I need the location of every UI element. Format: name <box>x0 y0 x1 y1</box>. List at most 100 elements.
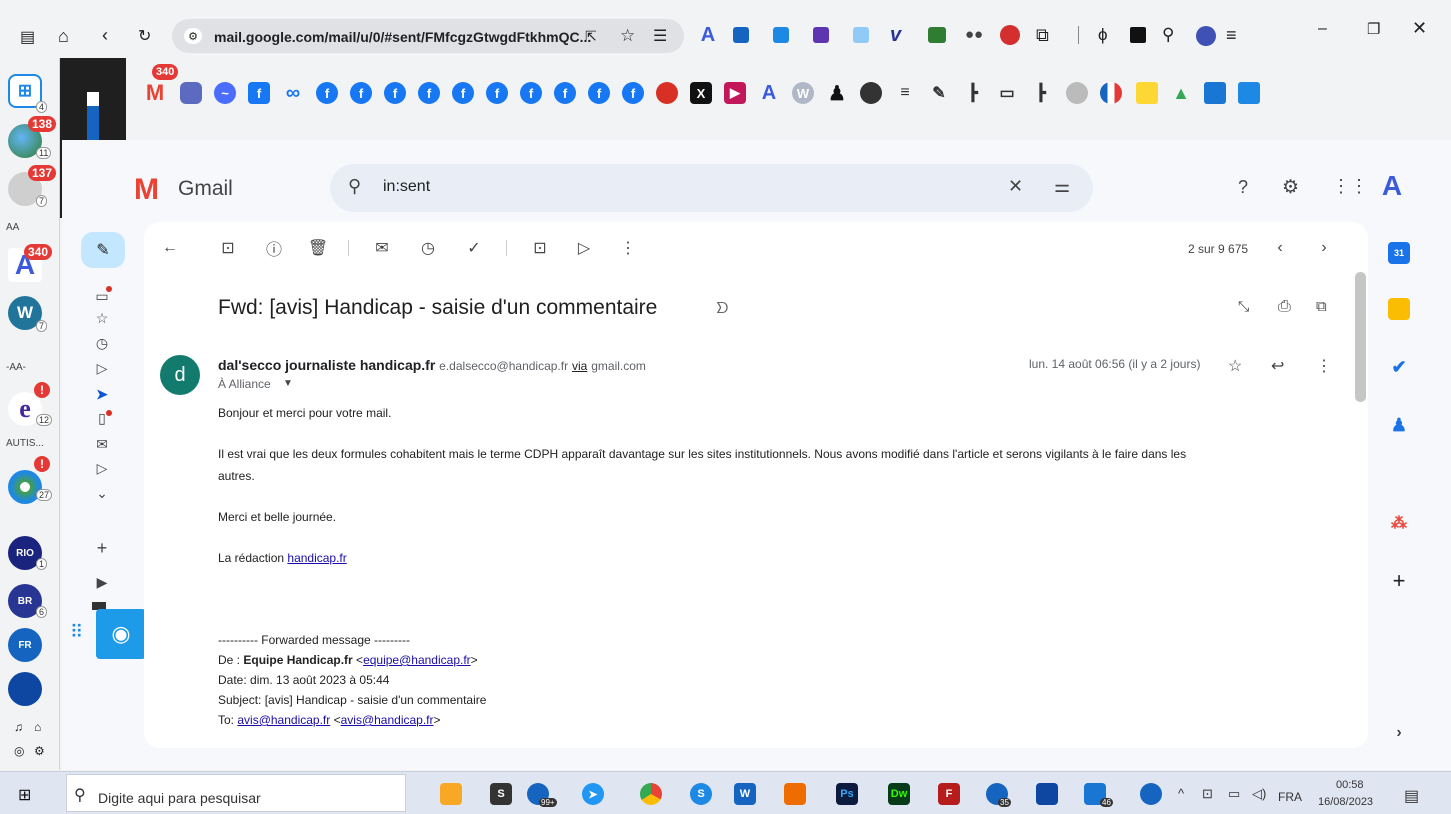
bookmark-facebook-icon[interactable]: f <box>248 82 270 104</box>
gmail-brand[interactable]: Gmail <box>178 177 233 201</box>
home-icon[interactable]: ⌂ <box>58 26 69 47</box>
windows-start-icon[interactable]: ⊞ <box>18 785 31 805</box>
mark-unread-icon[interactable]: ✉ <box>370 236 394 260</box>
extension-doc-icon[interactable] <box>773 27 789 43</box>
bookmark-dark-icon[interactable] <box>860 82 882 104</box>
sidebar-toggle-icon[interactable]: ▤ <box>20 27 35 47</box>
starred-icon[interactable]: ☆ <box>94 310 110 326</box>
reading-list-icon[interactable]: ☰ <box>653 26 667 46</box>
label-icon[interactable]: ▷ <box>94 460 110 476</box>
extension-binoculars-icon[interactable]: ●● <box>965 26 983 43</box>
dock-logo-icon[interactable] <box>8 672 42 706</box>
bookmark-facebook-icon[interactable]: f <box>452 82 474 104</box>
more-options-icon[interactable]: ⋮ <box>616 236 640 260</box>
bookmark-facebook-icon[interactable]: f <box>588 82 610 104</box>
star-message-icon[interactable]: ☆ <box>1228 356 1242 376</box>
bookmark-x-icon[interactable]: X <box>690 82 712 104</box>
open-new-window-icon[interactable]: ⧉ <box>1316 298 1327 315</box>
calendar-icon[interactable]: 31 <box>1388 242 1410 264</box>
recipient-line[interactable]: À Alliance <box>218 377 271 391</box>
bookmark-people-icon[interactable] <box>180 82 202 104</box>
bookmark-person-icon[interactable]: ♟ <box>826 82 848 105</box>
bookmark-folder-yellow-icon[interactable] <box>1136 82 1158 104</box>
labels-icon[interactable]: ▷ <box>572 236 596 260</box>
bookmark-drive-icon[interactable]: ▲ <box>1170 82 1192 104</box>
bookmark-facebook-icon[interactable]: f <box>350 82 372 104</box>
taskbar-search-placeholder[interactable]: Digite aqui para pesquisar <box>98 790 261 806</box>
all-mail-icon[interactable]: ✉ <box>94 436 110 452</box>
compose-button[interactable]: ✎ <box>81 232 125 268</box>
bookmark-blue2-icon[interactable] <box>1238 82 1260 104</box>
add-task-icon[interactable]: ✓ <box>462 236 486 260</box>
snoozed-icon[interactable]: ◷ <box>94 335 110 351</box>
via-label[interactable]: via <box>572 359 587 373</box>
extension-translate-icon[interactable] <box>853 27 869 43</box>
chrome-icon[interactable] <box>640 783 662 805</box>
close-window-icon[interactable]: ✕ <box>1412 18 1427 39</box>
recipient-dropdown-icon[interactable]: ▼ <box>283 378 293 389</box>
archive-icon[interactable]: ⊡ <box>216 236 240 260</box>
filezilla-icon[interactable]: F <box>938 783 960 805</box>
bookmark-facebook-icon[interactable]: f <box>316 82 338 104</box>
settings-icon[interactable]: ⚙ <box>34 744 45 758</box>
sender-avatar[interactable]: d <box>160 355 200 395</box>
snooze-icon[interactable]: ◷ <box>416 236 440 260</box>
bookmark-folder-icon[interactable]: ▭ <box>996 82 1018 104</box>
notifications-icon[interactable]: ▤ <box>1404 786 1419 806</box>
extension-red-icon[interactable] <box>1000 25 1020 45</box>
show-side-panel-icon[interactable]: › <box>1388 722 1410 744</box>
app-tower-icon[interactable] <box>1036 783 1058 805</box>
extension-v-icon[interactable]: v <box>890 24 901 47</box>
bookmark-youtube-icon[interactable]: ▶ <box>724 82 746 104</box>
bookmark-red-icon[interactable] <box>656 82 678 104</box>
skype-icon[interactable]: S <box>690 783 712 805</box>
settings-gear-icon[interactable]: ⚙ <box>1282 176 1299 199</box>
report-spam-icon[interactable]: ⓘ <box>262 236 286 260</box>
search-options-icon[interactable]: ⚌ <box>1054 176 1070 197</box>
photoshop-icon[interactable]: Ps <box>836 783 858 805</box>
more-chevron-icon[interactable]: ⌄ <box>94 485 110 501</box>
tray-chevron-icon[interactable]: ^ <box>1178 786 1184 801</box>
extension-spiral-icon[interactable]: ϕ <box>1098 25 1108 45</box>
sidepanel-icon[interactable] <box>1130 27 1146 43</box>
edge-icon[interactable] <box>1140 783 1162 805</box>
drag-handle-icon[interactable]: ⠿ <box>70 622 83 643</box>
clear-search-icon[interactable]: ✕ <box>1008 176 1023 197</box>
message-more-icon[interactable]: ⋮ <box>1316 356 1332 376</box>
extensions-puzzle-icon[interactable]: ⧉ <box>1036 25 1049 46</box>
puzzle-app-icon[interactable] <box>784 783 806 805</box>
apps-grid-icon[interactable]: ⋮⋮ <box>1332 176 1368 197</box>
brightness-thumb[interactable] <box>87 92 99 106</box>
help-icon[interactable]: ? <box>1238 177 1248 198</box>
clock-date[interactable]: 16/08/2023 <box>1318 796 1373 808</box>
reply-icon[interactable]: ↩ <box>1271 356 1284 376</box>
bookmark-gmail-icon[interactable]: M <box>144 80 166 105</box>
tray-network-icon[interactable]: ⊡ <box>1202 786 1213 802</box>
expand-all-icon[interactable]: ⤡ <box>1238 298 1249 315</box>
telegram-icon[interactable]: ➤ <box>582 783 604 805</box>
importance-marker-icon[interactable]: ᗤ <box>716 300 728 317</box>
search-bar[interactable] <box>330 164 1093 212</box>
bookmark-facebook-icon[interactable]: f <box>418 82 440 104</box>
to-email-link[interactable]: avis@handicap.fr <box>341 713 434 727</box>
language-indicator[interactable]: FRA <box>1278 790 1302 804</box>
bookmark-facebook-icon[interactable]: f <box>520 82 542 104</box>
lock-icon[interactable]: ⌂ <box>34 720 41 734</box>
from-email-link[interactable]: equipe@handicap.fr <box>363 653 471 667</box>
bell-icon[interactable]: ♫ <box>14 720 23 734</box>
app-s-icon[interactable]: S <box>490 783 512 805</box>
search-input[interactable]: in:sent <box>383 178 430 196</box>
floating-record-button[interactable]: ◉ <box>96 609 146 659</box>
site-info-icon[interactable]: ⚙ <box>184 28 202 44</box>
back-icon[interactable]: ‹ <box>102 25 108 46</box>
bookmark-portrait-icon[interactable] <box>1066 82 1088 104</box>
minimize-icon[interactable]: – <box>1318 20 1327 38</box>
bookmark-tree-icon[interactable]: ┣ <box>962 82 984 104</box>
older-icon[interactable]: › <box>1312 236 1336 260</box>
bookmark-flag-icon[interactable] <box>1100 82 1122 104</box>
extension-chat-icon[interactable] <box>928 27 946 43</box>
share-icon[interactable]: ⇱ <box>585 28 597 45</box>
back-arrow-icon[interactable]: ← <box>158 236 182 260</box>
extension-face-icon[interactable] <box>813 27 829 43</box>
bookmark-messenger-icon[interactable]: ~ <box>214 82 236 104</box>
